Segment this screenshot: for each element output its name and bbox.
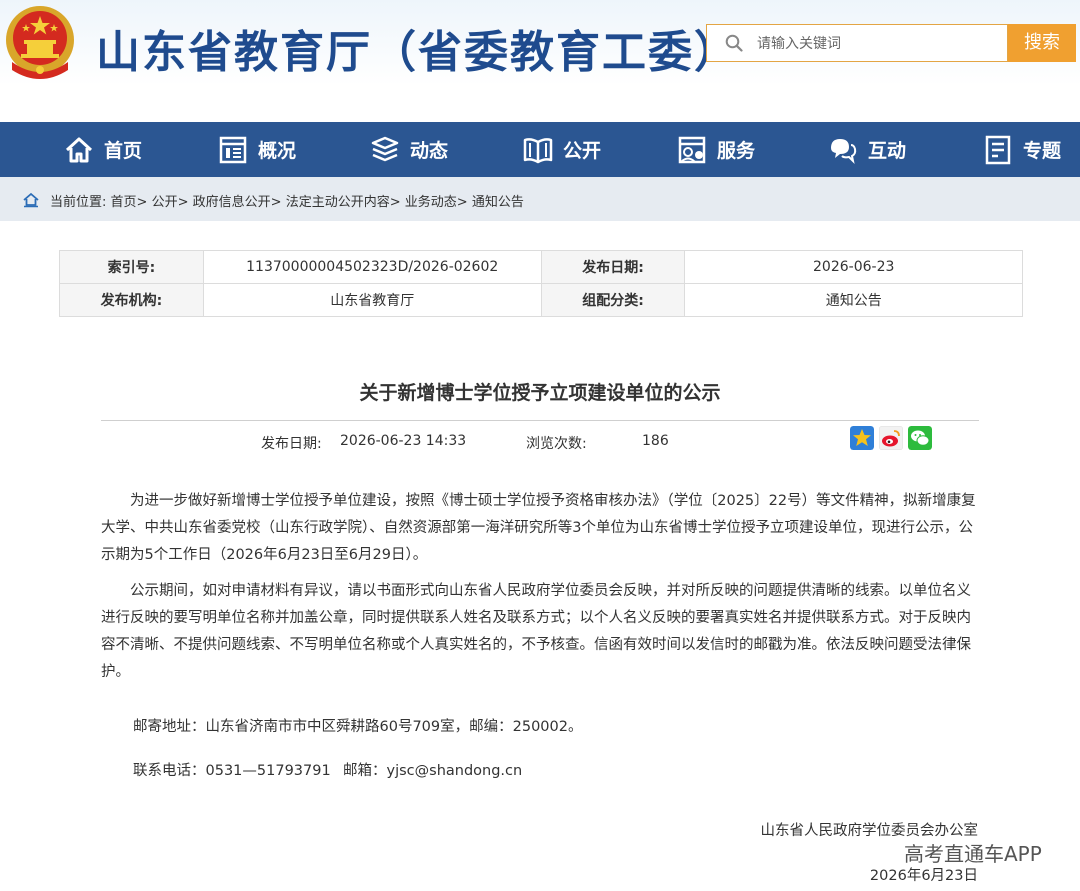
breadcrumb-bar: 当前位置: 首页> 公开> 政府信息公开> 法定主动公开内容> 业务动态> 通知…: [0, 177, 1080, 221]
contact-phone: 联系电话：0531—51793791: [133, 763, 331, 779]
index-label: 索引号:: [59, 250, 204, 284]
nav-label: 首页: [104, 140, 143, 162]
title-divider: [101, 420, 979, 421]
service-icon: [678, 136, 706, 163]
search-button[interactable]: 搜索: [1008, 24, 1076, 62]
breadcrumb-link-home[interactable]: 首页: [111, 195, 137, 210]
location-home-icon: [23, 192, 39, 208]
meta-date-value: 2026-06-23 14:33: [340, 433, 467, 449]
site-header: 山东省教育厅（省委教育工委） 搜索: [0, 0, 1080, 122]
nav-label: 服务: [717, 140, 756, 162]
nav-item-home[interactable]: 首页: [64, 122, 142, 177]
nav-item-interact[interactable]: 互动: [828, 122, 906, 177]
nav-item-open[interactable]: 公开: [523, 122, 601, 177]
watermark: 高考直通车APP: [904, 842, 1042, 866]
org-value: 山东省教育厅: [202, 283, 542, 317]
nav-item-overview[interactable]: 概况: [218, 122, 296, 177]
search-input[interactable]: [755, 31, 999, 57]
nav-item-topic[interactable]: 专题: [983, 122, 1061, 177]
news-icon: [371, 136, 399, 161]
category-value: 通知公告: [684, 283, 1023, 317]
breadcrumb-separator: >: [389, 195, 401, 210]
search-box: [706, 24, 1008, 62]
table-row: 索引号: 11370000004502323D/2026-02602 发布日期:…: [59, 250, 1023, 284]
category-label: 组配分类:: [540, 283, 686, 317]
breadcrumb-separator: >: [177, 195, 189, 210]
index-value: 11370000004502323D/2026-02602: [202, 250, 542, 284]
nav-item-news[interactable]: 动态: [370, 122, 448, 177]
nav-label: 互动: [868, 140, 907, 162]
breadcrumb-separator: >: [456, 195, 468, 210]
nav-label: 动态: [410, 140, 449, 162]
breadcrumb-link-gov-info[interactable]: 政府信息公开: [193, 195, 271, 210]
meta-views-value: 186: [642, 433, 669, 449]
article-title: 关于新增博士学位授予立项建设单位的公示: [359, 382, 721, 404]
breadcrumb-link-business[interactable]: 业务动态: [405, 195, 457, 210]
share-weibo-icon[interactable]: [879, 426, 903, 450]
search-icon: [725, 34, 743, 52]
meta-date-label: 发布日期:: [261, 436, 322, 452]
publish-date-label: 发布日期:: [540, 250, 686, 284]
document-info-table: 索引号: 11370000004502323D/2026-02602 发布日期:…: [59, 250, 1023, 317]
article-paragraph-1: 为进一步做好新增博士学位授予单位建设，按照《博士硕士学位授予资格审核办法》（学位…: [101, 493, 976, 563]
breadcrumb-prefix: 当前位置:: [50, 195, 107, 210]
breadcrumb-separator: >: [136, 195, 148, 210]
breadcrumb-link-notice[interactable]: 通知公告: [472, 195, 524, 210]
mailing-address: 邮寄地址：山东省济南市市中区舜耕路60号709室，邮编：250002。: [133, 719, 583, 735]
national-emblem-icon: [6, 6, 74, 79]
site-title: 山东省教育厅（省委教育工委）: [96, 27, 740, 78]
nav-label: 公开: [563, 140, 602, 162]
home-icon: [65, 137, 93, 162]
breadcrumb-link-open[interactable]: 公开: [152, 195, 178, 210]
chat-icon: [831, 138, 857, 164]
breadcrumb: 当前位置: 首页> 公开> 政府信息公开> 法定主动公开内容> 业务动态> 通知…: [50, 191, 524, 210]
book-icon: [523, 137, 553, 163]
contact-email: 邮箱：yjsc@shandong.cn: [343, 763, 523, 779]
meta-views-label: 浏览次数:: [526, 436, 587, 452]
org-label: 发布机构:: [59, 283, 204, 317]
article-paragraph-2: 公示期间，如对申请材料有异议，请以书面形式向山东省人民政府学位委员会反映，并对所…: [101, 583, 971, 680]
nav-label: 专题: [1023, 140, 1062, 162]
share-qzone-icon[interactable]: [850, 426, 874, 450]
breadcrumb-separator: >: [270, 195, 282, 210]
signature-office: 山东省人民政府学位委员会办公室: [760, 823, 979, 839]
share-wechat-icon[interactable]: [908, 426, 932, 450]
nav-item-service[interactable]: 服务: [677, 122, 755, 177]
publish-date-value: 2026-06-23: [684, 250, 1023, 284]
topic-icon: [985, 135, 1011, 164]
breadcrumb-link-statutory[interactable]: 法定主动公开内容: [286, 195, 390, 210]
overview-icon: [219, 136, 247, 163]
signature-date: 2026年6月23日: [869, 868, 978, 884]
table-row: 发布机构: 山东省教育厅 组配分类: 通知公告: [59, 283, 1023, 317]
nav-label: 概况: [258, 140, 297, 162]
main-nav: 首页 概况 动态 公开 服务 互动 专题: [0, 122, 1080, 177]
